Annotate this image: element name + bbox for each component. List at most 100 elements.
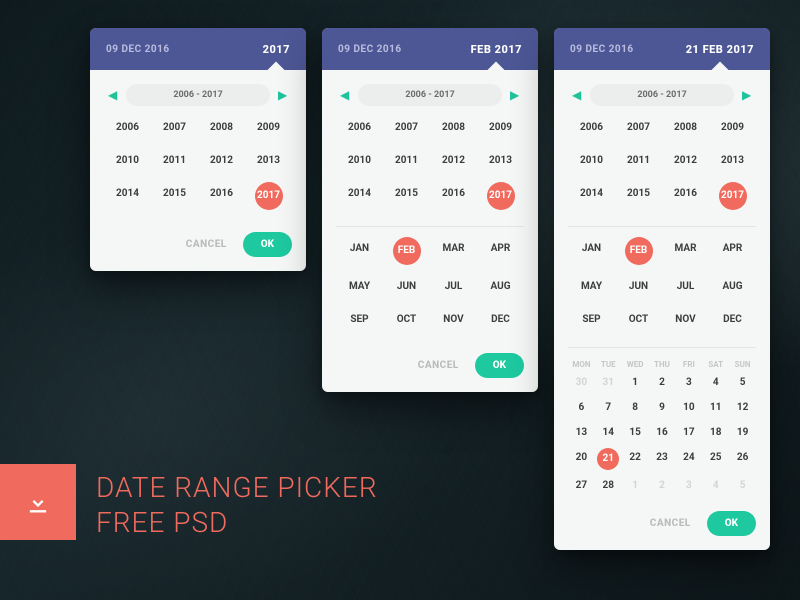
prev-range-icon[interactable]: ◀ bbox=[108, 88, 118, 102]
day-cell[interactable]: 14 bbox=[595, 423, 622, 442]
year-cell[interactable]: 2012 bbox=[430, 149, 477, 172]
ok-button[interactable]: OK bbox=[243, 232, 292, 257]
day-cell[interactable]: 18 bbox=[702, 423, 729, 442]
month-cell[interactable]: AUG bbox=[709, 275, 756, 298]
month-cell[interactable]: JUN bbox=[383, 275, 430, 298]
year-cell[interactable]: 2017 bbox=[719, 182, 747, 210]
day-cell[interactable]: 4 bbox=[702, 373, 729, 392]
year-cell[interactable]: 2008 bbox=[430, 116, 477, 139]
year-cell[interactable]: 2006 bbox=[568, 116, 615, 139]
year-cell[interactable]: 2015 bbox=[151, 182, 198, 210]
year-cell[interactable]: 2015 bbox=[383, 182, 430, 210]
year-cell[interactable]: 2012 bbox=[662, 149, 709, 172]
day-cell[interactable]: 28 bbox=[595, 476, 622, 495]
year-cell[interactable]: 2015 bbox=[615, 182, 662, 210]
year-cell[interactable]: 2009 bbox=[709, 116, 756, 139]
day-cell[interactable]: 22 bbox=[622, 448, 649, 470]
month-cell[interactable]: DEC bbox=[477, 308, 524, 331]
next-range-icon[interactable]: ▶ bbox=[278, 88, 288, 102]
day-cell[interactable]: 6 bbox=[568, 398, 595, 417]
year-cell[interactable]: 2012 bbox=[198, 149, 245, 172]
year-cell[interactable]: 2008 bbox=[662, 116, 709, 139]
year-cell[interactable]: 2011 bbox=[383, 149, 430, 172]
from-date-label[interactable]: 09 DEC 2016 bbox=[106, 44, 263, 55]
day-cell[interactable]: 17 bbox=[675, 423, 702, 442]
year-cell[interactable]: 2010 bbox=[568, 149, 615, 172]
month-cell[interactable]: JAN bbox=[568, 237, 615, 265]
to-date-label[interactable]: FEB 2017 bbox=[471, 43, 522, 56]
year-cell[interactable]: 2011 bbox=[615, 149, 662, 172]
from-date-label[interactable]: 09 DEC 2016 bbox=[338, 44, 471, 55]
day-cell[interactable]: 11 bbox=[702, 398, 729, 417]
year-range-pill[interactable]: 2006 - 2017 bbox=[126, 84, 270, 106]
cancel-button[interactable]: CANCEL bbox=[410, 353, 467, 378]
month-cell[interactable]: OCT bbox=[383, 308, 430, 331]
prev-range-icon[interactable]: ◀ bbox=[572, 88, 582, 102]
month-cell[interactable]: JUN bbox=[615, 275, 662, 298]
year-cell[interactable]: 2014 bbox=[104, 182, 151, 210]
month-cell[interactable]: FEB bbox=[393, 237, 421, 265]
from-date-label[interactable]: 09 DEC 2016 bbox=[570, 44, 686, 55]
month-cell[interactable]: NOV bbox=[662, 308, 709, 331]
month-cell[interactable]: NOV bbox=[430, 308, 477, 331]
cancel-button[interactable]: CANCEL bbox=[178, 232, 235, 257]
year-cell[interactable]: 2017 bbox=[487, 182, 515, 210]
day-cell[interactable]: 21 bbox=[597, 448, 619, 470]
year-cell[interactable]: 2010 bbox=[104, 149, 151, 172]
year-cell[interactable]: 2017 bbox=[255, 182, 283, 210]
year-cell[interactable]: 2013 bbox=[245, 149, 292, 172]
year-cell[interactable]: 2008 bbox=[198, 116, 245, 139]
year-cell[interactable]: 2010 bbox=[336, 149, 383, 172]
year-cell[interactable]: 2013 bbox=[477, 149, 524, 172]
month-cell[interactable]: MAY bbox=[336, 275, 383, 298]
year-cell[interactable]: 2014 bbox=[336, 182, 383, 210]
year-cell[interactable]: 2007 bbox=[615, 116, 662, 139]
month-cell[interactable]: MAR bbox=[430, 237, 477, 265]
next-range-icon[interactable]: ▶ bbox=[742, 88, 752, 102]
month-cell[interactable]: JAN bbox=[336, 237, 383, 265]
day-cell[interactable]: 20 bbox=[568, 448, 595, 470]
year-range-pill[interactable]: 2006 - 2017 bbox=[590, 84, 734, 106]
year-cell[interactable]: 2009 bbox=[477, 116, 524, 139]
day-cell[interactable]: 15 bbox=[622, 423, 649, 442]
day-cell[interactable]: 10 bbox=[675, 398, 702, 417]
month-cell[interactable]: OCT bbox=[615, 308, 662, 331]
month-cell[interactable]: APR bbox=[477, 237, 524, 265]
day-cell[interactable]: 3 bbox=[675, 373, 702, 392]
year-cell[interactable]: 2016 bbox=[198, 182, 245, 210]
day-cell[interactable]: 27 bbox=[568, 476, 595, 495]
day-cell[interactable]: 26 bbox=[729, 448, 756, 470]
day-cell[interactable]: 24 bbox=[675, 448, 702, 470]
month-cell[interactable]: DEC bbox=[709, 308, 756, 331]
day-cell[interactable]: 19 bbox=[729, 423, 756, 442]
download-badge[interactable] bbox=[0, 464, 76, 540]
to-date-label[interactable]: 21 FEB 2017 bbox=[686, 43, 754, 56]
year-cell[interactable]: 2007 bbox=[383, 116, 430, 139]
month-cell[interactable]: SEP bbox=[568, 308, 615, 331]
year-cell[interactable]: 2006 bbox=[104, 116, 151, 139]
next-range-icon[interactable]: ▶ bbox=[510, 88, 520, 102]
month-cell[interactable]: SEP bbox=[336, 308, 383, 331]
day-cell[interactable]: 12 bbox=[729, 398, 756, 417]
year-cell[interactable]: 2009 bbox=[245, 116, 292, 139]
year-cell[interactable]: 2016 bbox=[662, 182, 709, 210]
day-cell[interactable]: 8 bbox=[622, 398, 649, 417]
year-cell[interactable]: 2016 bbox=[430, 182, 477, 210]
month-cell[interactable]: APR bbox=[709, 237, 756, 265]
prev-range-icon[interactable]: ◀ bbox=[340, 88, 350, 102]
day-cell[interactable]: 5 bbox=[729, 373, 756, 392]
year-cell[interactable]: 2014 bbox=[568, 182, 615, 210]
ok-button[interactable]: OK bbox=[707, 511, 756, 536]
day-cell[interactable]: 2 bbox=[649, 373, 676, 392]
year-cell[interactable]: 2006 bbox=[336, 116, 383, 139]
day-cell[interactable]: 1 bbox=[622, 373, 649, 392]
year-cell[interactable]: 2007 bbox=[151, 116, 198, 139]
month-cell[interactable]: MAY bbox=[568, 275, 615, 298]
day-cell[interactable]: 23 bbox=[649, 448, 676, 470]
day-cell[interactable]: 16 bbox=[649, 423, 676, 442]
year-cell[interactable]: 2011 bbox=[151, 149, 198, 172]
month-cell[interactable]: JUL bbox=[662, 275, 709, 298]
month-cell[interactable]: MAR bbox=[662, 237, 709, 265]
month-cell[interactable]: FEB bbox=[625, 237, 653, 265]
day-cell[interactable]: 9 bbox=[649, 398, 676, 417]
